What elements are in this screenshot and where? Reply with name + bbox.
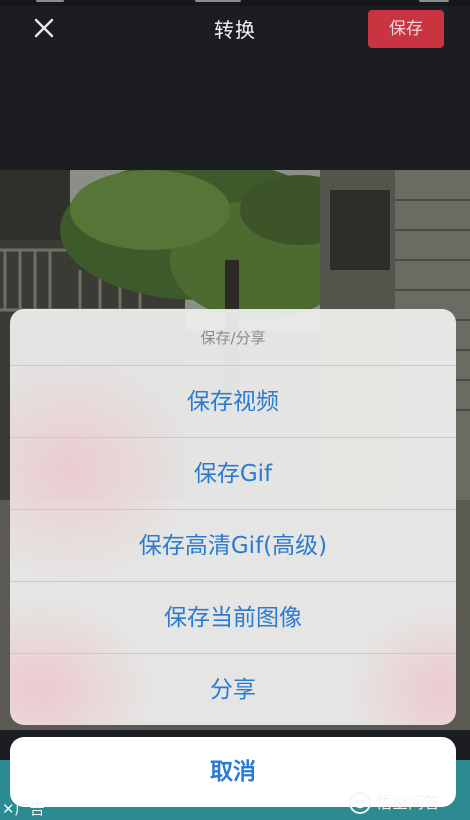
- action-sheet-title: 保存/分享: [200, 329, 266, 347]
- share-option[interactable]: 分享: [10, 653, 456, 725]
- ad-close-label[interactable]: ✕广告: [0, 798, 62, 820]
- save-button[interactable]: 保存: [368, 10, 444, 48]
- save-hd-gif-option[interactable]: 保存高清Gif(高级): [10, 509, 456, 582]
- watermark: 悟空问答: [348, 789, 440, 817]
- top-bar: 转换 保存: [0, 0, 470, 60]
- save-gif-option[interactable]: 保存Gif: [10, 437, 456, 510]
- save-video-option[interactable]: 保存视频: [10, 365, 456, 438]
- wukong-logo-icon: [349, 792, 371, 814]
- save-current-image-option[interactable]: 保存当前图像: [10, 581, 456, 654]
- watermark-text: 悟空问答: [376, 793, 441, 812]
- action-sheet: 保存/分享 保存视频 保存Gif 保存高清Gif(高级) 保存当前图像 分享: [10, 309, 456, 725]
